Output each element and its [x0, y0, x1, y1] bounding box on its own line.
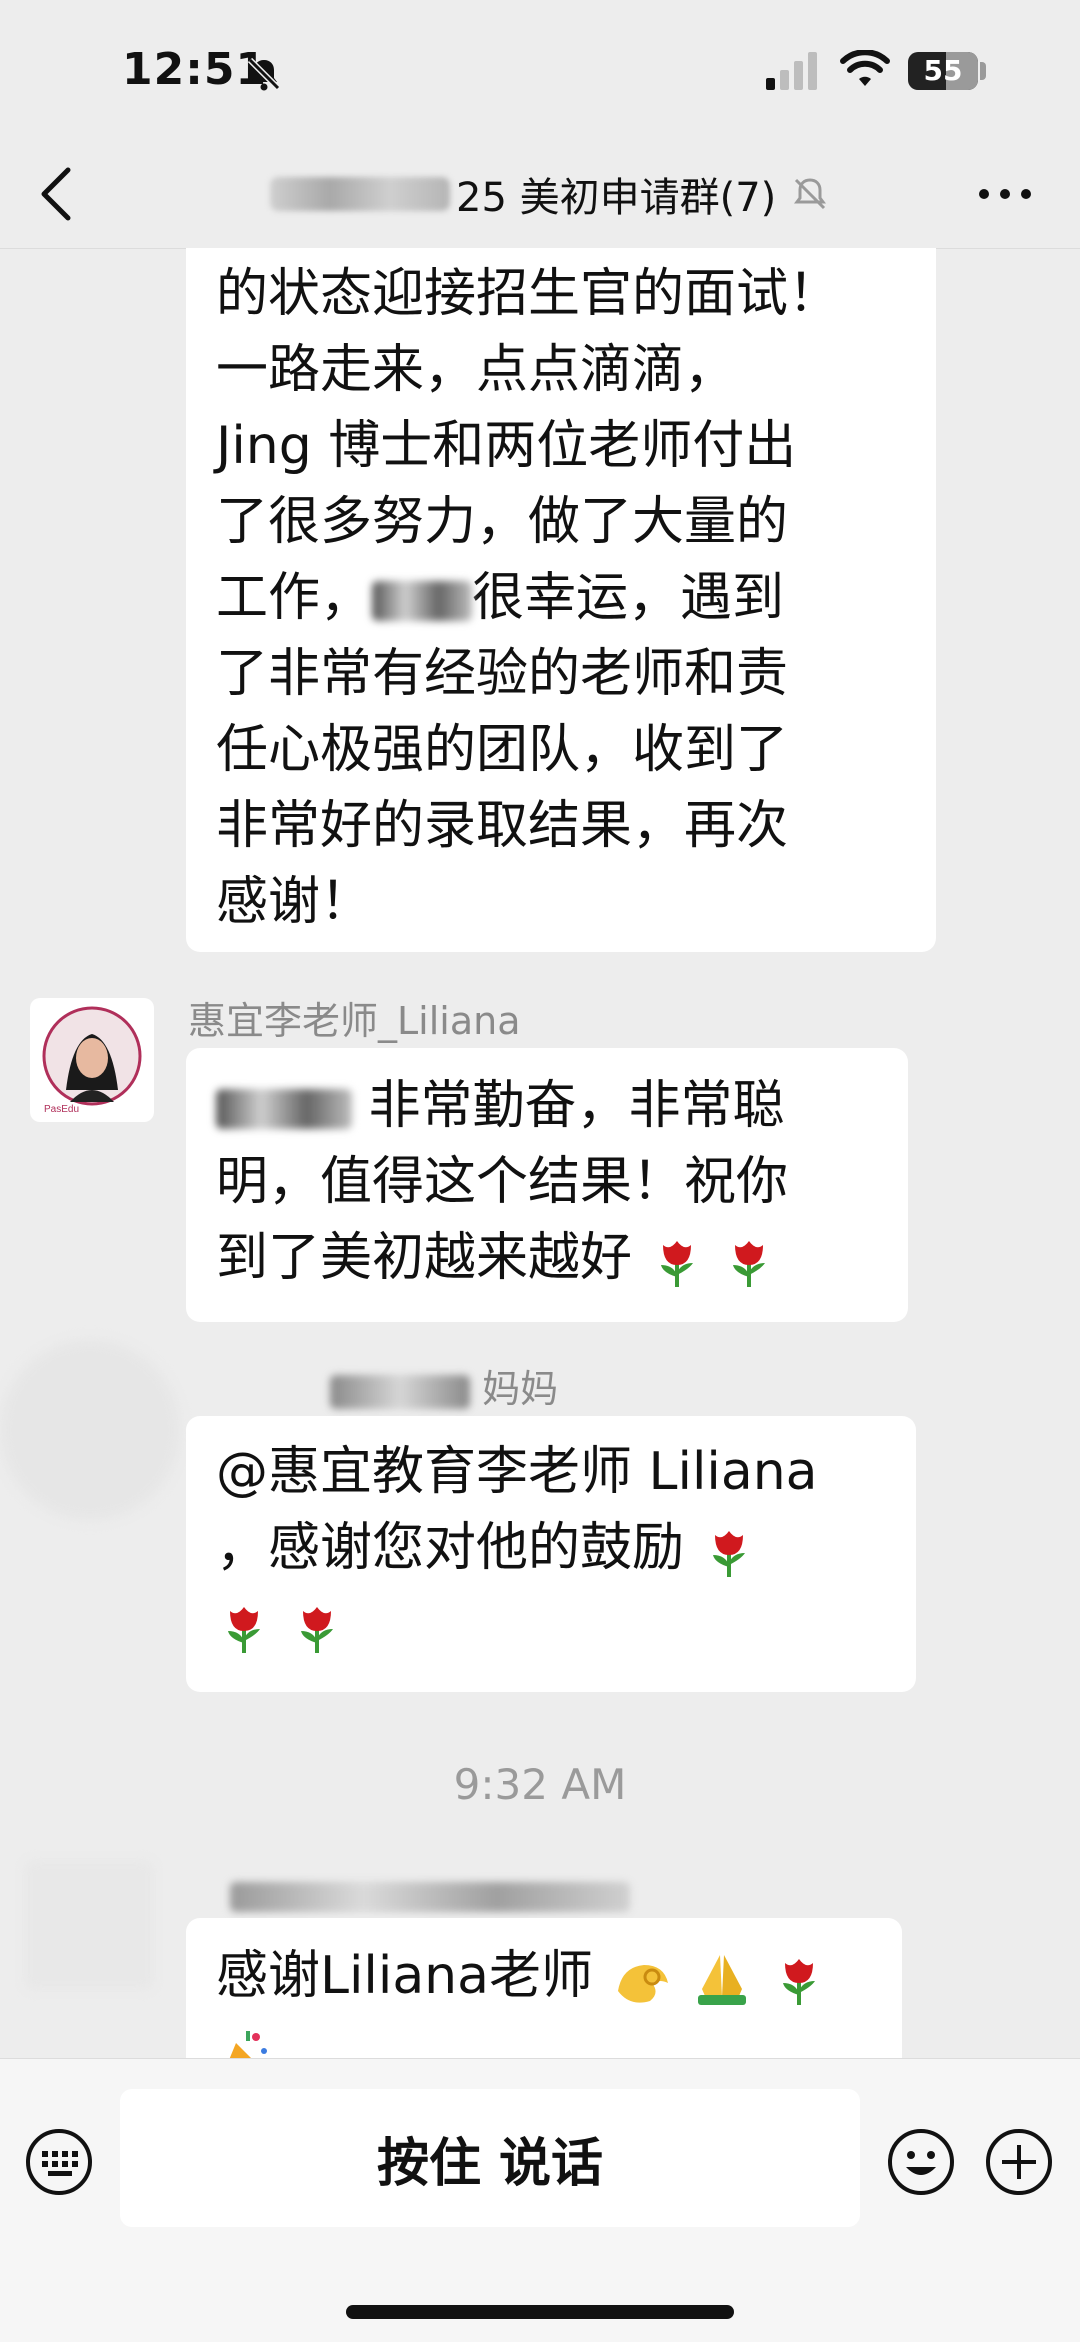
chevron-left-icon[interactable] [36, 164, 76, 224]
battery-level: 55 [923, 54, 963, 87]
rose-emoji [300, 1607, 333, 1653]
avatar[interactable] [24, 1860, 154, 1990]
blurred-group-name [270, 177, 450, 211]
chat-header: 25 美初申请群(7) [0, 140, 1080, 249]
rose-emoji [660, 1241, 693, 1287]
home-indicator[interactable] [346, 2305, 734, 2319]
chat-title[interactable]: 25 美初申请群(7) [270, 162, 830, 226]
message-bubble[interactable]: 非常勤奋，非常聪 明，值得这个结果！祝你 到了美初越来越好 [186, 1048, 908, 1322]
keyboard-icon[interactable] [24, 2127, 94, 2197]
bell-slash-icon [794, 178, 827, 210]
battery-indicator: 55 [908, 52, 978, 90]
message-line: 一路走来，点点滴滴， [216, 340, 737, 400]
group-name: 25 美初申请群(7) [456, 175, 777, 221]
message-line [216, 1586, 886, 1662]
blurred-name [216, 1089, 352, 1129]
message-line: 非常勤奋，非常聪 [216, 1068, 878, 1144]
plus-circle-icon[interactable] [984, 2127, 1054, 2197]
message-line: 到了美初越来越好 [216, 1220, 878, 1296]
message-line: ，感谢您对他的鼓励 [216, 1510, 886, 1586]
signal-icon [766, 52, 817, 90]
rose-emoji [733, 1241, 766, 1287]
message-line: 明，值得这个结果！祝你 [216, 1152, 789, 1212]
status-bar: 12:51 55 [0, 0, 1080, 140]
message-bubble[interactable]: 的状态迎接招生官的面试！ 一路走来，点点滴滴， Jing 博士和两位老师付出 了… [186, 248, 936, 952]
blurred-name [372, 581, 473, 621]
sender-row: 妈妈 [330, 1358, 558, 1413]
smiley-icon[interactable] [886, 2127, 956, 2197]
message-line: 非常好的录取结果，再次 [216, 796, 789, 856]
message-line: @惠宜教育李老师 Liliana [216, 1442, 818, 1502]
hold-to-talk-button[interactable]: 按住 说话 [120, 2089, 860, 2227]
message-bubble[interactable]: 感谢Liliana老师 [186, 1918, 902, 2077]
message-line: 了非常有经验的老师和责 [216, 644, 789, 704]
svg-text:PasEdu: PasEdu [44, 1104, 79, 1115]
message-line: 的状态迎接招生官的面试！ [216, 264, 841, 324]
message-line: 感谢！ [216, 872, 373, 932]
ok-hand-emoji [617, 1965, 668, 2003]
sender-row [230, 1872, 630, 1916]
message-line: 工作， 很幸运，遇到 [216, 568, 785, 628]
wifi-icon [840, 50, 890, 86]
sender-name: 惠宜李老师_Liliana [188, 999, 521, 1043]
blurred-name [230, 1881, 630, 1912]
rose-emoji [712, 1531, 745, 1577]
message-timestamp: 9:32 AM [453, 1760, 627, 1809]
sender-name: 妈妈 [482, 1367, 559, 1411]
blurred-name [330, 1374, 470, 1409]
input-bar: 按住 说话 [0, 2058, 1080, 2342]
folded-hands-emoji [698, 1955, 747, 2005]
avatar[interactable] [0, 1340, 180, 1520]
bell-slash-icon [247, 57, 281, 91]
message-line: 感谢Liliana老师 [216, 1938, 872, 2014]
message-bubble[interactable]: @惠宜教育李老师 Liliana ，感谢您对他的鼓励 [186, 1416, 916, 1692]
more-icon[interactable] [976, 184, 1034, 204]
message-line: Jing 博士和两位老师付出 [216, 416, 797, 476]
rose-emoji [228, 1607, 260, 1653]
message-line: 了很多努力，做了大量的 [216, 492, 789, 552]
avatar[interactable]: PasEdu [30, 998, 154, 1122]
message-line: 任心极强的团队，收到了 [216, 720, 789, 780]
rose-emoji [782, 1959, 815, 2005]
